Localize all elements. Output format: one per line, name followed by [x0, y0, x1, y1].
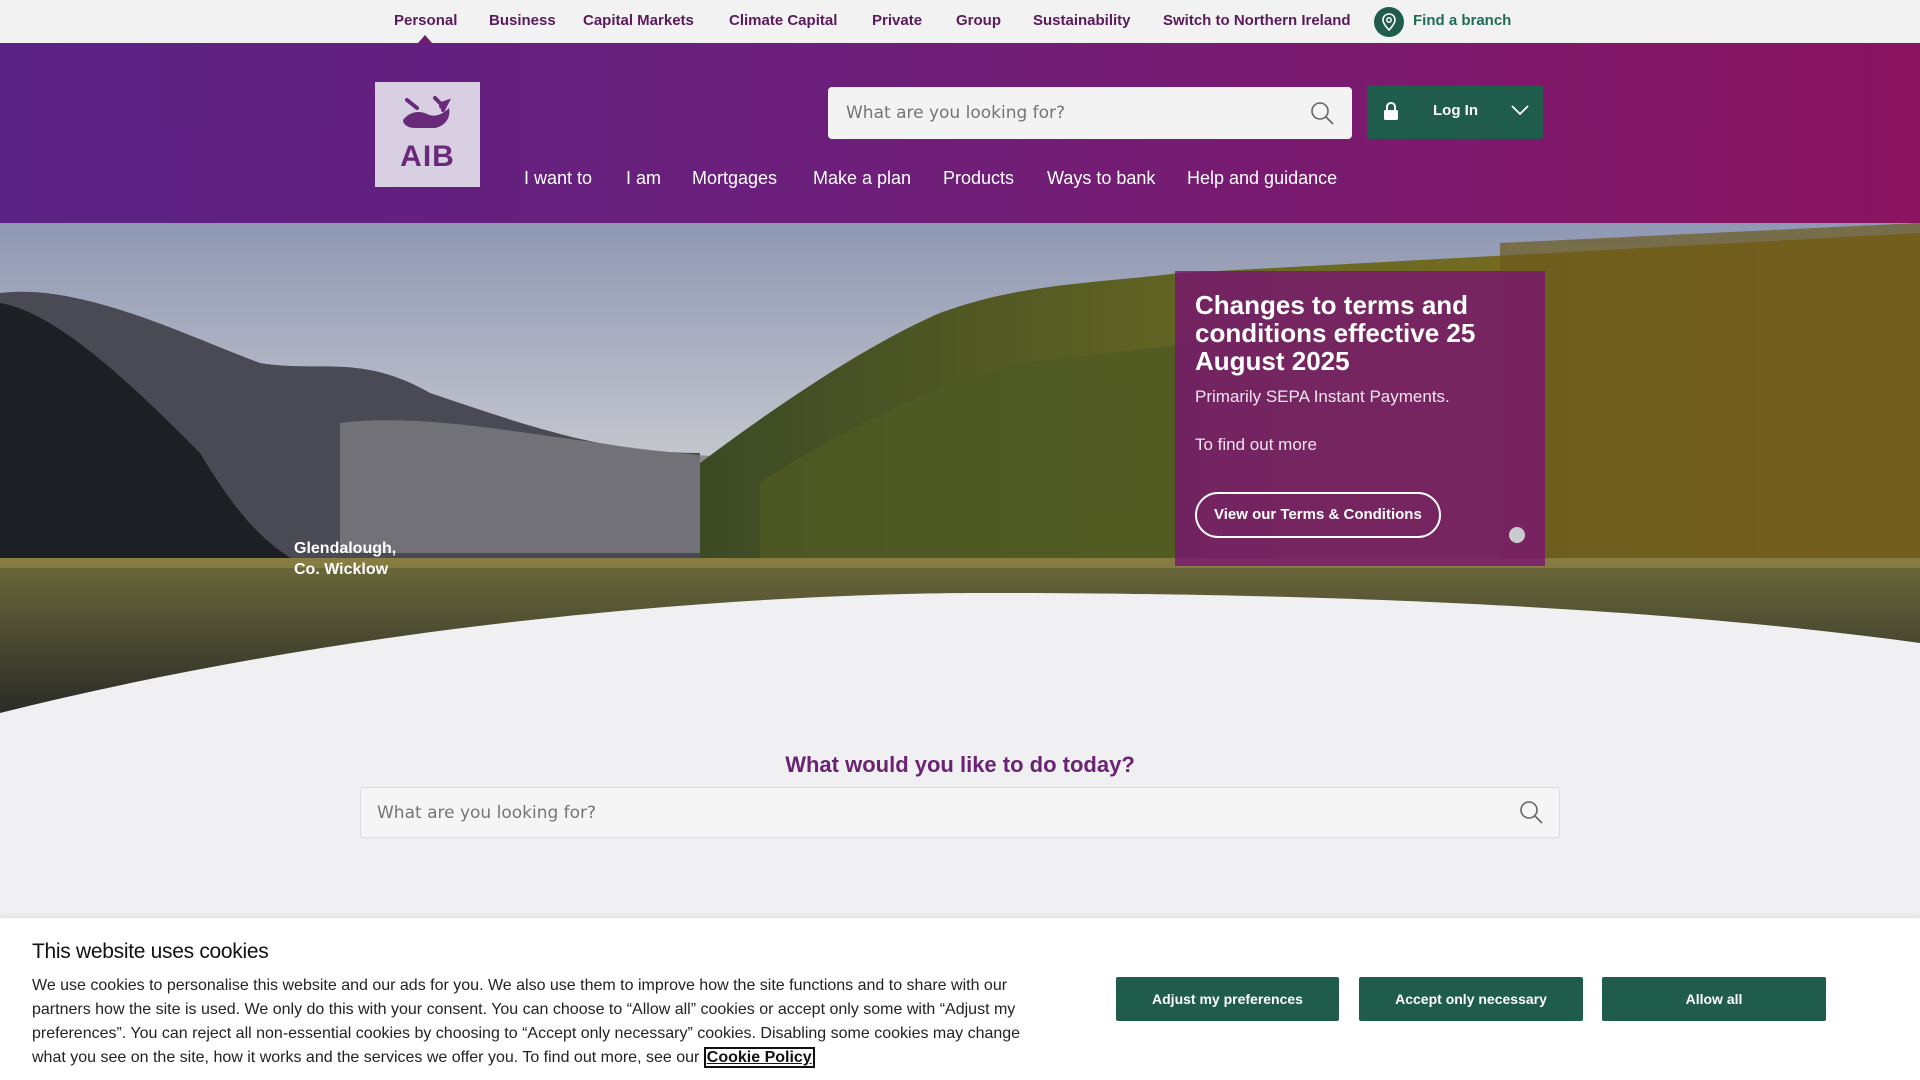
cookie-policy-link[interactable]: Cookie Policy: [703, 1047, 815, 1068]
login-label: Log In: [1433, 102, 1478, 119]
caption-county: Co. Wicklow: [294, 561, 389, 578]
view-terms-button[interactable]: View our Terms & Conditions: [1195, 492, 1441, 538]
topnav-switch-ni[interactable]: Switch to Northern Ireland: [1163, 12, 1351, 29]
nav-ways-to-bank[interactable]: Ways to bank: [1047, 168, 1155, 189]
find-branch-link[interactable]: Find a branch: [1413, 12, 1511, 29]
hero-caption: Glendalough, Co. Wicklow: [294, 538, 396, 580]
active-indicator: [418, 35, 432, 43]
cookie-body: We use cookies to personalise this websi…: [32, 977, 1021, 1066]
nav-i-am[interactable]: I am: [626, 168, 661, 189]
lock-icon: [1383, 101, 1399, 126]
login-button[interactable]: Log In: [1367, 85, 1543, 139]
topnav-business[interactable]: Business: [489, 12, 556, 29]
nav-products[interactable]: Products: [943, 168, 1014, 189]
cookie-banner: This website uses cookies We use cookies…: [0, 918, 1920, 1080]
topnav-capital-markets[interactable]: Capital Markets: [583, 12, 694, 29]
allow-all-button[interactable]: Allow all: [1602, 977, 1826, 1021]
topnav-sustainability[interactable]: Sustainability: [1033, 12, 1131, 29]
location-pin-icon[interactable]: [1374, 7, 1404, 37]
aib-logo[interactable]: AIB: [375, 82, 480, 187]
accept-necessary-button[interactable]: Accept only necessary: [1359, 977, 1583, 1021]
hero-banner: Glendalough, Co. Wicklow Changes to term…: [0, 223, 1920, 713]
ark-logo-icon: [403, 96, 451, 128]
today-search-input[interactable]: [377, 788, 1477, 837]
promo-title: Changes to terms and conditions effectiv…: [1195, 290, 1476, 376]
topnav-personal[interactable]: Personal: [394, 12, 457, 29]
logo-wordmark: AIB: [400, 140, 455, 173]
chevron-down-icon: [1511, 103, 1529, 121]
utility-bar: Personal Business Capital Markets Climat…: [0, 0, 1920, 43]
nav-mortgages[interactable]: Mortgages: [692, 168, 777, 189]
promo-subtext: To find out more: [1195, 435, 1317, 454]
search-icon[interactable]: [1519, 800, 1543, 829]
nav-help-and-guidance[interactable]: Help and guidance: [1187, 168, 1337, 189]
promo-card: Changes to terms and conditions effectiv…: [1175, 271, 1545, 566]
cookie-text: We use cookies to personalise this websi…: [32, 974, 1032, 1070]
topnav-group[interactable]: Group: [956, 12, 1001, 29]
header-search[interactable]: [828, 87, 1352, 139]
today-heading: What would you like to do today?: [785, 752, 1135, 777]
adjust-preferences-button[interactable]: Adjust my preferences: [1116, 977, 1339, 1021]
carousel-dot[interactable]: [1509, 527, 1525, 543]
nav-make-a-plan[interactable]: Make a plan: [813, 168, 911, 189]
topnav-climate-capital[interactable]: Climate Capital: [729, 12, 837, 29]
landscape-image: [0, 223, 1920, 713]
promo-text: Primarily SEPA Instant Payments.: [1195, 387, 1450, 406]
search-icon[interactable]: [1310, 101, 1334, 130]
cookie-title: This website uses cookies: [32, 940, 269, 963]
topnav-private[interactable]: Private: [872, 12, 922, 29]
today-search[interactable]: [360, 787, 1560, 838]
nav-i-want-to[interactable]: I want to: [524, 168, 592, 189]
header-search-input[interactable]: [846, 87, 1286, 139]
caption-place: Glendalough,: [294, 540, 397, 557]
